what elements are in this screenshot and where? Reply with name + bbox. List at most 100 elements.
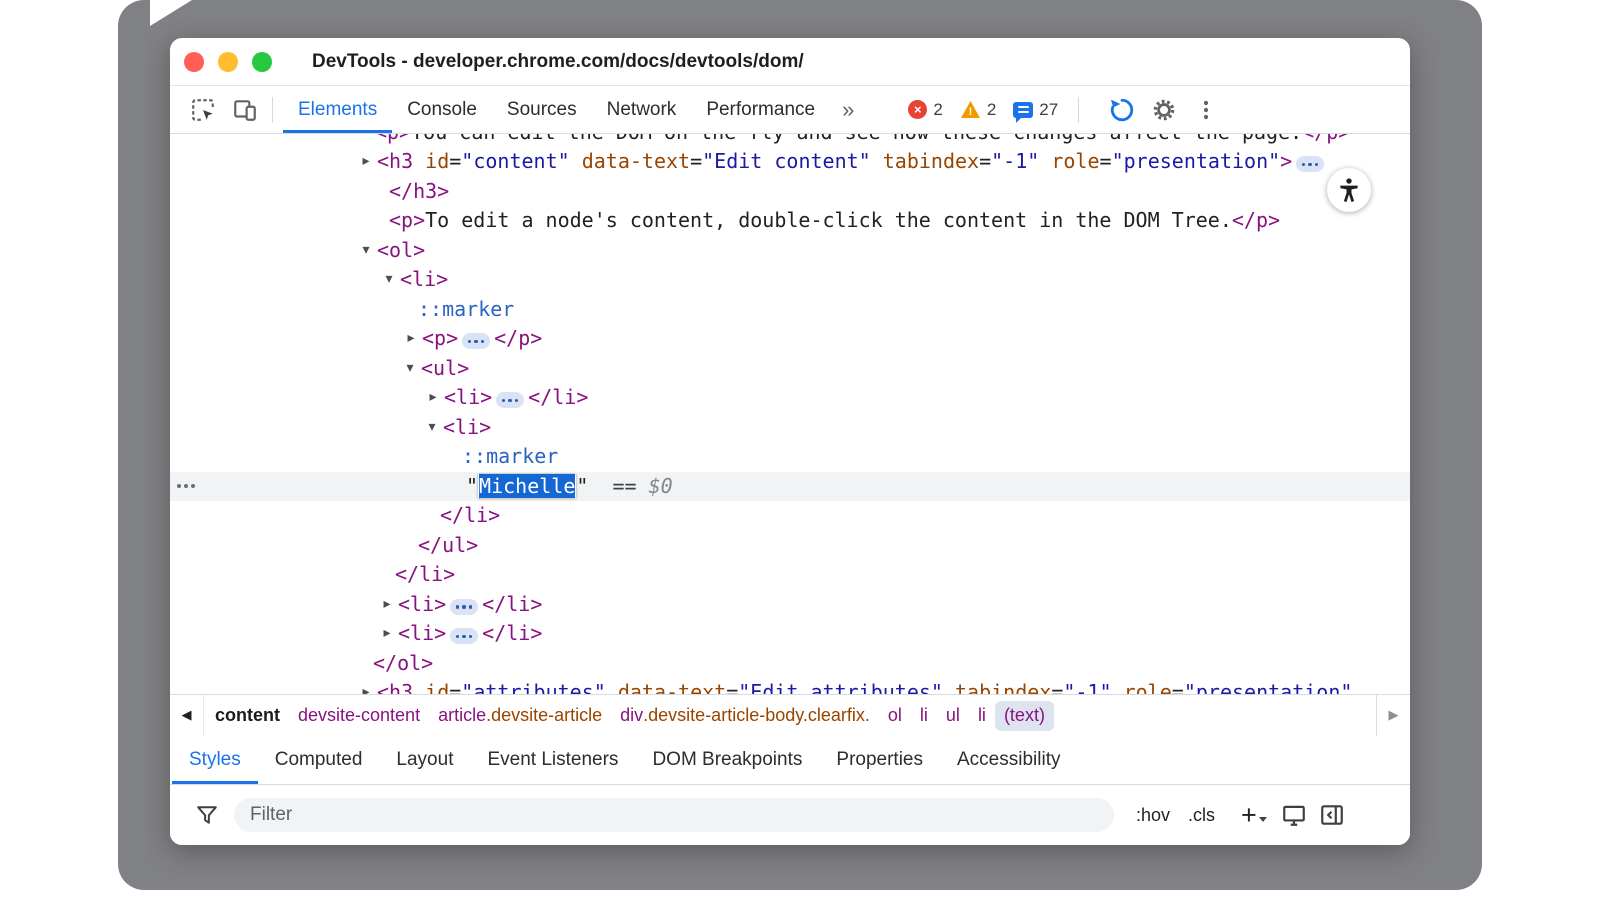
minimize-button[interactable] [218, 52, 238, 72]
styles-filter-input[interactable] [234, 798, 1114, 832]
toggle-sidebar-button[interactable] [1319, 802, 1345, 828]
code-token: " [576, 474, 588, 498]
titlebar: DevTools - developer.chrome.com/docs/dev… [170, 38, 1410, 86]
breadcrumb-part: devsite-content [298, 705, 420, 726]
devtools-window: DevTools - developer.chrome.com/docs/dev… [170, 38, 1410, 845]
sync-button[interactable] [1101, 90, 1143, 130]
device-toolbar-button[interactable] [224, 90, 266, 130]
issues-count-badge[interactable]: 27 [1013, 100, 1058, 120]
tab-accessibility[interactable]: Accessibility [940, 736, 1077, 784]
breadcrumb-part: .devsite-article-body.clearfix. [643, 705, 870, 726]
expand-arrow-icon[interactable]: ▸ [402, 324, 420, 354]
collapse-arrow-icon[interactable]: ▾ [423, 413, 441, 443]
warning-count-badge[interactable]: ! 2 [960, 100, 996, 120]
tab-performance[interactable]: Performance [691, 86, 830, 133]
dom-tree-line[interactable]: </li> [170, 560, 1410, 590]
toggle-element-state-button[interactable]: :hov [1136, 805, 1170, 826]
dom-tree-line[interactable]: </li> [170, 501, 1410, 531]
dom-tree-line[interactable]: <p>To edit a node's content, double-clic… [170, 206, 1410, 236]
code-token: = [449, 680, 461, 694]
code-token: </li> [528, 385, 588, 409]
accessibility-fab-button[interactable] [1327, 168, 1371, 212]
collapse-arrow-icon[interactable]: ▾ [401, 354, 419, 384]
dom-tree-line[interactable]: <p>You can edit the DOM on the fly and s… [170, 134, 1410, 147]
tab-layout[interactable]: Layout [379, 736, 470, 784]
code-token: id [413, 680, 449, 694]
breadcrumb-bar: ◀ content devsite-content article.devsite-… [170, 694, 1410, 736]
breadcrumb-item[interactable]: li [911, 701, 937, 731]
breadcrumb-part: content [215, 705, 280, 726]
expand-arrow-icon[interactable]: ▸ [378, 590, 396, 620]
new-style-rule-button[interactable]: + [1241, 802, 1257, 829]
collapse-arrow-icon[interactable]: ▾ [357, 236, 375, 266]
element-classes-button[interactable]: .cls [1188, 805, 1215, 826]
expand-arrow-icon[interactable]: ▸ [357, 678, 375, 694]
dom-tree-line[interactable]: ▸<li></li> [170, 383, 1410, 413]
dom-tree-line[interactable]: ▾<li> [170, 265, 1410, 295]
expand-arrow-icon[interactable]: ▸ [357, 147, 375, 177]
tab-sources[interactable]: Sources [492, 86, 592, 133]
expand-arrow-icon[interactable]: ▸ [378, 619, 396, 649]
dom-tree-line[interactable]: "Michelle" == $0 [170, 472, 1410, 502]
inspect-element-button[interactable] [182, 90, 224, 130]
page-curl-decoration [150, 0, 192, 26]
tab-styles[interactable]: Styles [172, 736, 258, 784]
dom-tree-line[interactable]: ▸<li></li> [170, 619, 1410, 649]
breadcrumb-item[interactable]: div.devsite-article-body.clearfix. [611, 701, 879, 731]
collapse-arrow-icon[interactable]: ▾ [380, 265, 398, 295]
toggle-sidebar-icon [1319, 802, 1345, 828]
dom-tree-line[interactable]: ▾<ol> [170, 236, 1410, 266]
inline-text-editor[interactable]: Michelle [478, 474, 576, 498]
tab-computed[interactable]: Computed [258, 736, 380, 784]
dom-tree-line[interactable]: </ol> [170, 649, 1410, 679]
more-tabs-button[interactable]: » [830, 97, 866, 123]
expand-ellipsis-button[interactable] [450, 628, 478, 644]
dom-tree-line[interactable]: </ul> [170, 531, 1410, 561]
breadcrumb-item[interactable]: (text) [995, 701, 1054, 731]
code-token: == [588, 474, 648, 498]
code-token: "-1" [1063, 680, 1111, 694]
dom-tree-line[interactable]: ::marker [170, 295, 1410, 325]
breadcrumb-item[interactable]: ul [937, 701, 969, 731]
dom-tree-line[interactable]: ▾<li> [170, 413, 1410, 443]
expand-ellipsis-button[interactable] [462, 333, 490, 349]
gutter-ellipsis-icon[interactable] [177, 472, 195, 502]
tab-console[interactable]: Console [392, 86, 492, 133]
rendering-monitor-button[interactable] [1281, 802, 1307, 828]
breadcrumb-item[interactable]: ol [879, 701, 911, 731]
main-panel-tabs: ElementsConsoleSourcesNetworkPerformance [283, 86, 830, 133]
code-token: "-1" [991, 149, 1039, 173]
tab-network[interactable]: Network [592, 86, 692, 133]
breadcrumb-item[interactable]: devsite-content [289, 701, 429, 731]
settings-button[interactable] [1143, 90, 1185, 130]
code-token: <ol> [377, 238, 425, 262]
error-count-badge[interactable]: × 2 [908, 100, 942, 120]
breadcrumb-scroll-right-button[interactable]: ▶ [1376, 695, 1410, 736]
tab-event-listeners[interactable]: Event Listeners [470, 736, 635, 784]
expand-ellipsis-button[interactable] [496, 392, 524, 408]
close-button[interactable] [184, 52, 204, 72]
code-token: tabindex [943, 680, 1051, 694]
breadcrumb-item[interactable]: content [206, 701, 289, 731]
tab-properties[interactable]: Properties [819, 736, 940, 784]
dom-tree-line[interactable]: </h3> [170, 177, 1410, 207]
expand-ellipsis-button[interactable] [1296, 156, 1324, 172]
expand-arrow-icon[interactable]: ▸ [424, 383, 442, 413]
tab-elements[interactable]: Elements [283, 86, 392, 133]
dom-tree-line[interactable]: ▸<p></p> [170, 324, 1410, 354]
kebab-menu-button[interactable] [1185, 90, 1227, 130]
breadcrumb-item[interactable]: article.devsite-article [429, 701, 611, 731]
tab-dom-breakpoints[interactable]: DOM Breakpoints [635, 736, 819, 784]
breadcrumb-item[interactable]: li [969, 701, 995, 731]
code-token: <li> [400, 267, 448, 291]
dom-tree[interactable]: <p>You can edit the DOM on the fly and s… [170, 134, 1410, 694]
dom-tree-line[interactable]: ▾<ul> [170, 354, 1410, 384]
dom-tree-line[interactable]: ▸<h3 id="content" data-text="Edit conten… [170, 147, 1410, 177]
dom-tree-line[interactable]: ▸<h3 id="attributes" data-text="Edit att… [170, 678, 1410, 694]
breadcrumb-scroll-left-button[interactable]: ◀ [170, 695, 204, 736]
zoom-button[interactable] [252, 52, 272, 72]
dom-tree-line[interactable]: ::marker [170, 442, 1410, 472]
monitor-icon [1281, 802, 1307, 828]
dom-tree-line[interactable]: ▸<li></li> [170, 590, 1410, 620]
expand-ellipsis-button[interactable] [450, 599, 478, 615]
